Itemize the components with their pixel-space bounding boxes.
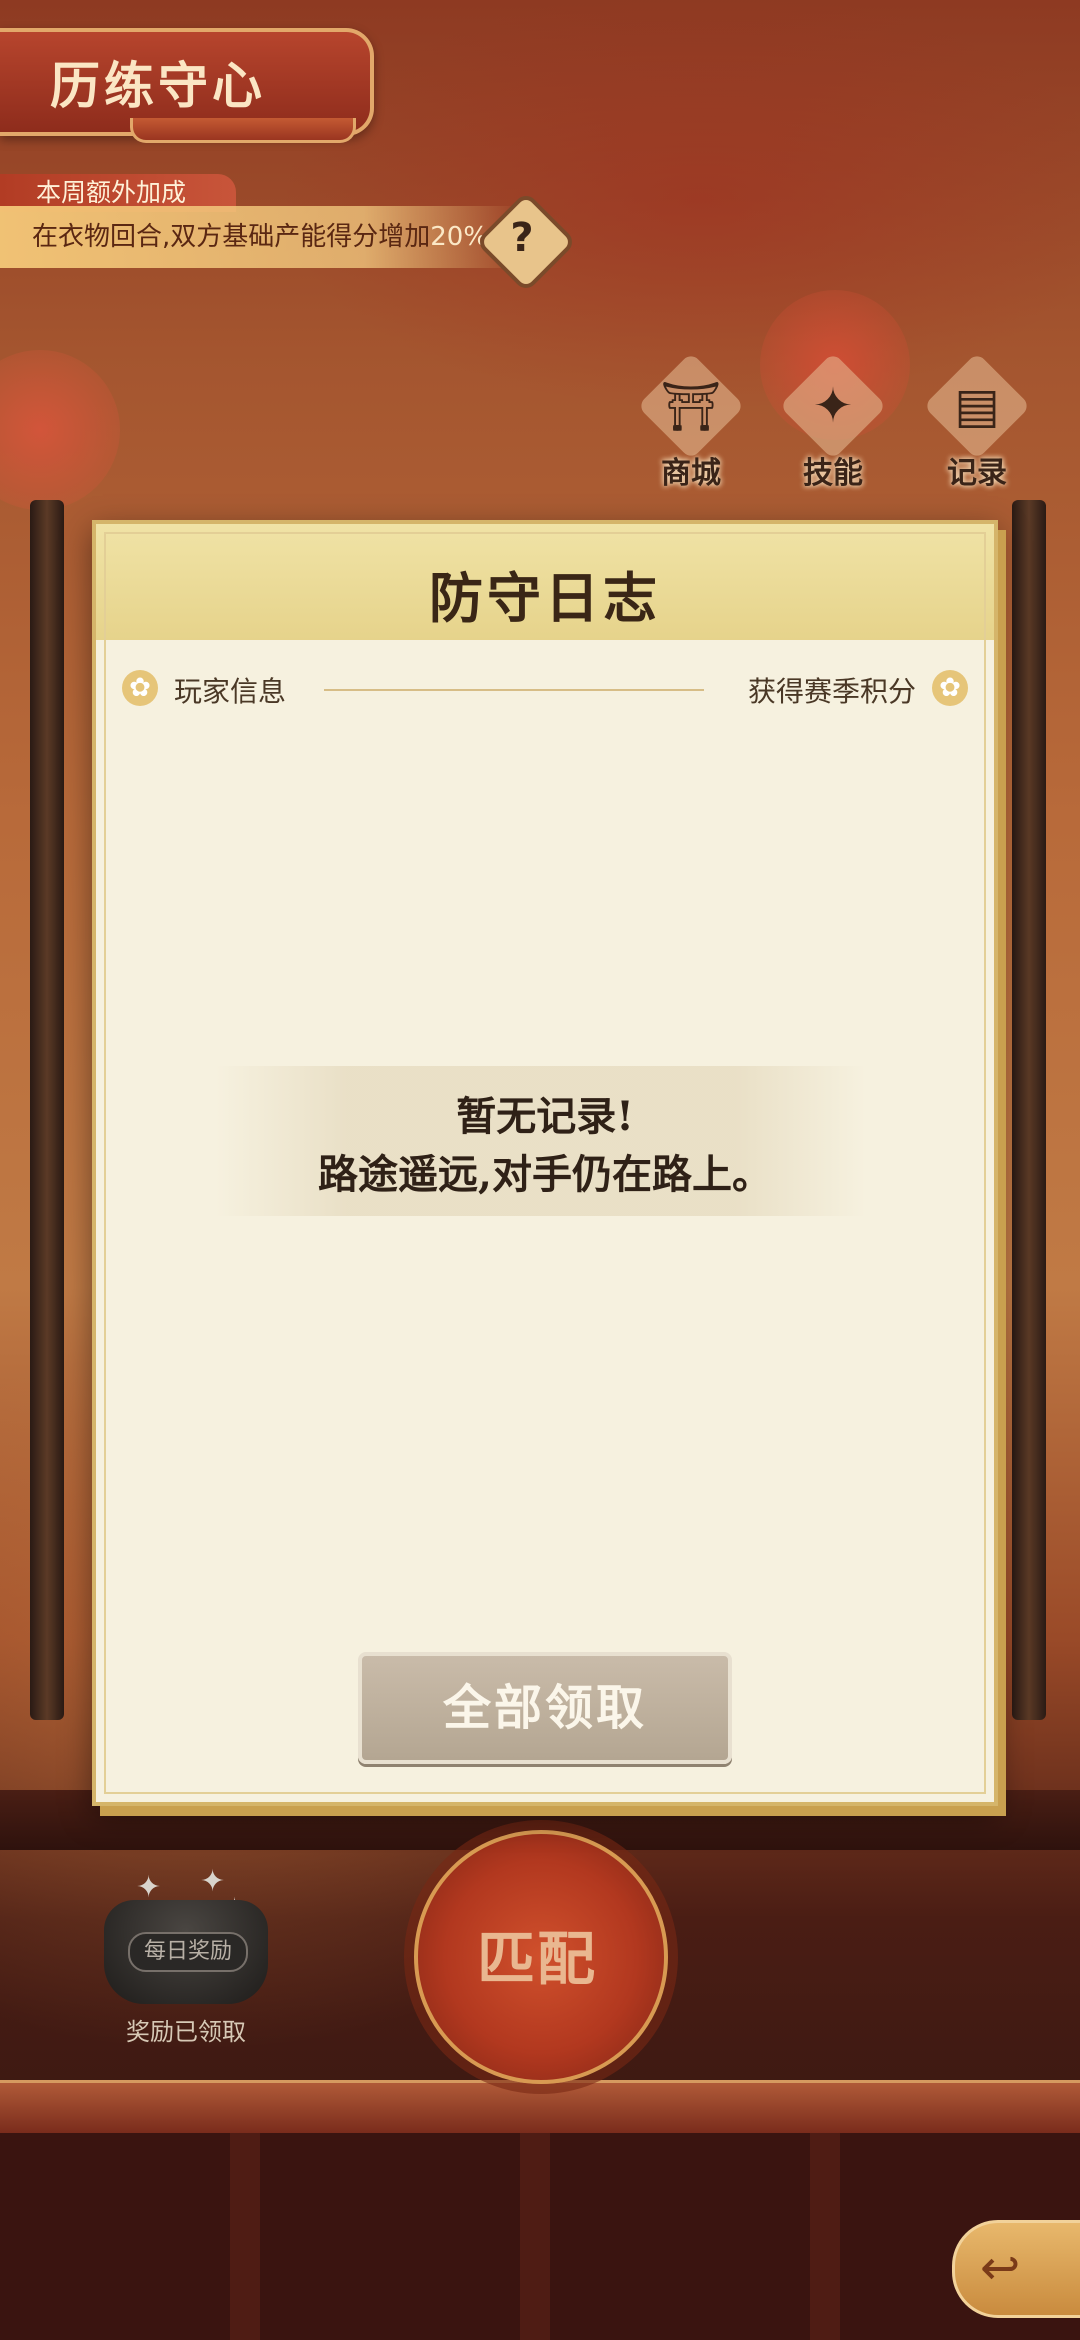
record-button[interactable]: ▤ 记录	[922, 352, 1032, 491]
shop-label: 商城	[661, 456, 721, 491]
skill-label: 技能	[803, 456, 863, 491]
column-divider	[324, 689, 704, 691]
empty-state-message: 路途遥远,对手仍在路上。	[318, 1151, 772, 1198]
daily-reward-status: 奖励已领取	[126, 2018, 246, 2046]
skill-button[interactable]: ✦ 技能	[778, 352, 888, 491]
pillar-right	[1012, 500, 1046, 1720]
dialog-header: 防守日志	[96, 524, 994, 640]
column-header-row: ✿ 玩家信息 获得赛季积分 ✿	[96, 666, 994, 710]
claim-all-button[interactable]: 全部领取	[358, 1652, 732, 1764]
flower-icon: ✿	[932, 670, 968, 706]
record-icon: ▤	[954, 378, 1000, 434]
column-season-points: 获得赛季积分	[747, 675, 916, 708]
daily-reward[interactable]: ✦ ✦ ✦ 每日奖励 奖励已领取	[100, 1864, 272, 2050]
empty-state-title: 暂无记录!	[456, 1093, 634, 1140]
floor-strip	[0, 2080, 1080, 2136]
dialog-title: 防守日志	[429, 566, 661, 630]
flower-icon: ✿	[122, 670, 158, 706]
record-label: 记录	[947, 456, 1007, 491]
weekly-bonus-bar: 在衣物回合,双方基础产能得分增加20%	[0, 206, 520, 268]
pillar-left	[30, 500, 64, 1720]
shop-button[interactable]: ⛩ 商城	[636, 352, 746, 491]
question-icon[interactable]: ?	[490, 206, 554, 270]
match-label[interactable]: 匹配	[414, 1912, 660, 1996]
shop-icon: ⛩	[660, 379, 722, 435]
daily-reward-label: 每日奖励	[128, 1932, 248, 1972]
page-title: 历练守心	[50, 56, 266, 115]
defense-log-dialog: 防守日志 ✿ 玩家信息 获得赛季积分 ✿ 暂无记录! 路途遥远,对手仍在路上。 …	[92, 520, 998, 1806]
title-plaque-tab	[130, 118, 356, 143]
column-player-info: 玩家信息	[174, 675, 287, 708]
weekly-bonus-text: 在衣物回合,双方基础产能得分增加	[32, 222, 431, 252]
floor-bottom	[0, 2133, 1080, 2340]
skill-icon: ✦	[812, 378, 854, 434]
back-arrow-icon[interactable]: ↩	[980, 2240, 1020, 2296]
weekly-bonus-percent: 20%	[430, 222, 489, 252]
